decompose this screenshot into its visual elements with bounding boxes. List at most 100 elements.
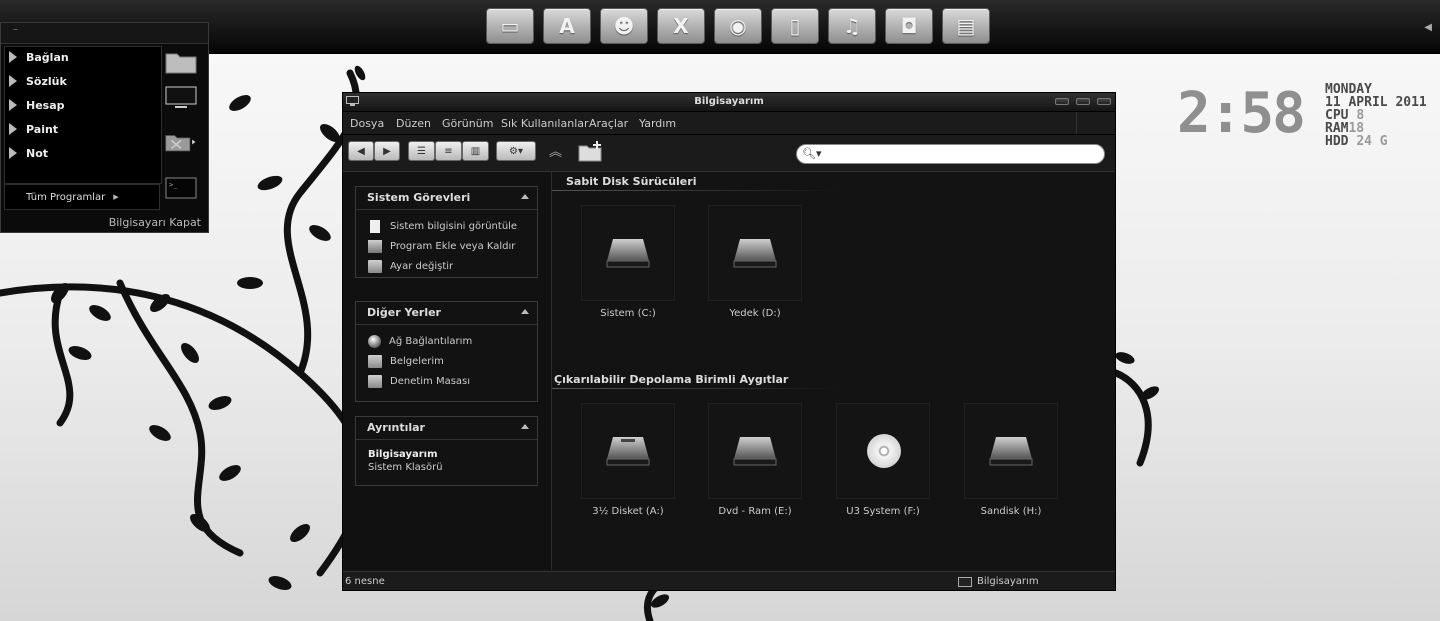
start-menu-item-label: Hesap <box>26 98 65 112</box>
menu-duzen[interactable]: Düzen <box>396 117 431 130</box>
status-location-label: Bilgisayarım <box>977 576 1039 587</box>
start-menu-program-list: Bağlan Sözlük Hesap Paint Not <box>4 46 162 184</box>
all-programs-button[interactable]: Tüm Programlar ▶ <box>4 184 160 210</box>
drive-tile <box>708 403 802 499</box>
close-x-icon[interactable]: X <box>657 8 705 44</box>
film-icon[interactable]: ▤ <box>942 8 990 44</box>
details-title: Ayrıntılar <box>367 421 425 434</box>
start-menu-item-sozluk[interactable]: Sözlük <box>9 71 67 91</box>
minimize-button[interactable] <box>1055 98 1069 105</box>
task-link-change-setting[interactable]: Ayar değiştir <box>368 258 453 274</box>
folder-icon[interactable] <box>165 50 197 74</box>
document-icon <box>370 219 380 233</box>
hdd-label: HDD <box>1325 134 1349 149</box>
all-programs-label: Tüm Programlar <box>26 191 106 203</box>
details-view-icon: ≡ <box>444 145 453 157</box>
view-filmstrip-button[interactable]: ▥ <box>462 141 489 161</box>
drive-item-d[interactable]: Yedek (D:) <box>695 205 815 319</box>
drive-item-e[interactable]: Dvd - Ram (E:) <box>695 403 815 517</box>
group-title-removable: Çıkarılabilir Depolama Birimli Aygıtlar <box>554 373 789 386</box>
task-link-label: Program Ekle veya Kaldır <box>390 240 516 252</box>
collapse-icon[interactable] <box>521 424 529 429</box>
network-folder-icon[interactable] <box>165 130 197 154</box>
details-panel: Ayrıntılar Bilgisayarım Sistem Klasörü <box>355 416 538 486</box>
document-icon[interactable]: ▯ <box>771 8 819 44</box>
details-name: Bilgisayarım <box>368 449 438 460</box>
maximize-button[interactable] <box>1076 98 1090 105</box>
drive-item-a[interactable]: 3½ Disket (A:) <box>568 403 688 517</box>
drive-item-f[interactable]: U3 System (F:) <box>823 403 943 517</box>
task-link-system-info[interactable]: Sistem bilgisini görüntüle <box>368 218 517 234</box>
task-link-label: Ayar değiştir <box>390 260 454 272</box>
view-list-button[interactable]: ☰ <box>408 141 435 161</box>
camera-icon[interactable]: ◘ <box>885 8 933 44</box>
search-icon[interactable]: 🔍︎▾ <box>802 147 822 160</box>
place-link-control-panel[interactable]: Denetim Masası <box>368 373 470 389</box>
menu-sik-kullanilanlar[interactable]: Sık Kullanılanlar <box>501 117 589 130</box>
hard-drive-icon <box>733 239 777 268</box>
users-icon[interactable]: ☻ <box>600 8 648 44</box>
other-places-title: Diğer Yerler <box>367 306 441 319</box>
drive-item-h[interactable]: Sandisk (H:) <box>951 403 1071 517</box>
toolbar: ◀ ▶ ☰ ≡ ▥ ⚙▾ ︽ 🔍︎▾ <box>343 135 1115 172</box>
app-store-icon[interactable]: A <box>543 8 591 44</box>
terminal-icon[interactable]: >_ <box>165 177 197 201</box>
file-view: Sabit Disk Sürücüleri Sistem (C:) Yedek … <box>552 172 1115 570</box>
back-button[interactable]: ◀ <box>348 141 374 161</box>
folder-icon <box>368 259 382 273</box>
chevron-right-icon: ▶ <box>113 193 119 201</box>
dock-collapse-arrow-icon[interactable]: ◀ <box>1424 22 1432 33</box>
start-menu-item-not[interactable]: Not <box>9 143 48 163</box>
folder-icon <box>368 374 382 388</box>
new-folder-icon[interactable] <box>578 140 604 162</box>
triangle-icon <box>9 123 17 135</box>
list-view-icon: ☰ <box>417 145 426 157</box>
status-item-count: 6 nesne <box>345 576 385 587</box>
monitor-icon[interactable] <box>165 86 197 110</box>
folder-up-icon[interactable]: ︽ <box>549 141 562 160</box>
group-divider <box>552 190 842 191</box>
search-input[interactable] <box>821 146 1101 164</box>
status-bar: 6 nesne Bilgisayarım <box>343 571 1115 590</box>
other-places-header[interactable]: Diğer Yerler <box>356 302 537 325</box>
shutdown-button[interactable]: Bilgisayarı Kapat <box>109 216 201 229</box>
start-menu-item-hesap[interactable]: Hesap <box>9 95 65 115</box>
forward-button[interactable]: ▶ <box>374 141 400 161</box>
menu-araclar[interactable]: Araçlar <box>589 117 628 130</box>
search-box[interactable]: 🔍︎▾ <box>796 144 1105 164</box>
window-icon[interactable]: ▭ <box>486 8 534 44</box>
drive-item-c[interactable]: Sistem (C:) <box>568 205 688 319</box>
place-link-label: Ağ Bağlantılarım <box>389 335 473 347</box>
place-link-documents[interactable]: Belgelerim <box>368 353 444 369</box>
system-tasks-header[interactable]: Sistem Görevleri <box>356 187 537 210</box>
hdd-stat: HDD 24 G <box>1325 135 1427 148</box>
install-box-icon <box>368 239 382 253</box>
close-button[interactable] <box>1097 98 1111 105</box>
drive-tile <box>581 205 675 301</box>
collapse-icon[interactable] <box>521 309 529 314</box>
start-menu-item-paint[interactable]: Paint <box>9 119 58 139</box>
clock-time: 2:58 <box>1177 81 1306 146</box>
gear-icon: ⚙▾ <box>509 145 523 157</box>
details-header[interactable]: Ayrıntılar <box>356 417 537 440</box>
menu-gorunum[interactable]: Görünüm <box>442 117 493 130</box>
window-titlebar[interactable]: Bilgisayarım <box>343 93 1115 112</box>
drive-tile <box>581 403 675 499</box>
menu-dosya[interactable]: Dosya <box>350 117 384 130</box>
forward-arrow-icon: ▶ <box>383 145 391 157</box>
collapse-icon[interactable] <box>521 194 529 199</box>
drive-tile <box>964 403 1058 499</box>
status-location: Bilgisayarım <box>958 576 1039 587</box>
drive-label: Sandisk (H:) <box>980 506 1042 517</box>
menu-yardim[interactable]: Yardım <box>639 117 676 130</box>
task-link-add-remove-programs[interactable]: Program Ekle veya Kaldır <box>368 238 515 254</box>
settings-dropdown-button[interactable]: ⚙▾ <box>496 141 536 161</box>
system-stats-widget: MONDAY 11 APRIL 2011 CPU 8 RAM18 HDD 24 … <box>1325 83 1427 148</box>
place-link-network[interactable]: Ağ Bağlantılarım <box>368 333 472 349</box>
music-icon[interactable]: ♫ <box>828 8 876 44</box>
start-menu-item-baglan[interactable]: Bağlan <box>9 47 69 67</box>
triangle-icon <box>9 51 17 63</box>
view-details-button[interactable]: ≡ <box>435 141 462 161</box>
firefox-icon[interactable]: ◉ <box>714 8 762 44</box>
drive-label: Yedek (D:) <box>729 308 781 319</box>
